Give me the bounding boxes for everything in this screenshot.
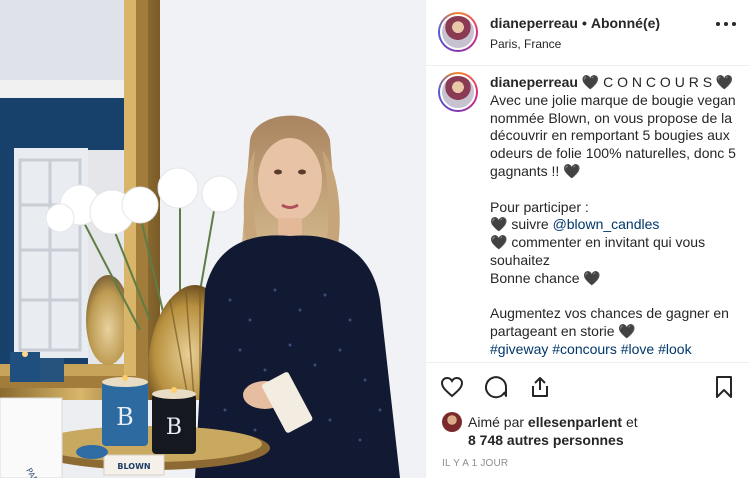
candle-logo: B — [116, 403, 134, 431]
post-timestamp[interactable]: IL Y A 1 JOUR — [442, 458, 508, 469]
post-side-panel: dianeperreau • Abonné(e) Paris, France dia… — [425, 0, 749, 478]
hashtags-link[interactable]: #giveway #concours #love #look — [490, 341, 692, 357]
comment-icon[interactable] — [482, 373, 510, 401]
username-link[interactable]: dianeperreau — [490, 15, 578, 31]
liker-username-link[interactable]: ellesenparlent — [528, 414, 622, 430]
liker-avatar-icon[interactable] — [442, 412, 462, 432]
mention-link[interactable]: @blown_candles — [553, 216, 660, 232]
caption-title: 🖤 C O N C O U R S 🖤 — [581, 74, 734, 90]
post-header-user: dianeperreau • Abonné(e) — [490, 15, 660, 31]
liked-by-connector: et — [625, 414, 638, 430]
caption-good-luck: Bonne chance 🖤 — [490, 269, 601, 286]
product-box-label: BLOWN — [117, 462, 150, 471]
others-likes-link[interactable]: 8 748 autres personnes — [468, 432, 624, 448]
post-photo[interactable]: B B BLOWN PARIS — [0, 0, 425, 478]
header-separator: • — [581, 15, 587, 31]
profile-avatar-icon[interactable] — [438, 12, 478, 52]
caption-section: dianeperreau 🖤 C O N C O U R S 🖤 Avec un… — [426, 66, 749, 362]
caption-participate: Pour participer : — [490, 198, 589, 215]
follow-status-button[interactable]: Abonné(e) — [591, 15, 660, 31]
caption-avatar-icon[interactable] — [438, 72, 478, 112]
post-action-bar — [426, 362, 749, 412]
caption-text: dianeperreau 🖤 C O N C O U R S 🖤 Avec un… — [490, 74, 742, 359]
candle-logo: B — [166, 415, 182, 440]
caption-step1: 🖤 suivre — [490, 216, 553, 233]
post-header: dianeperreau • Abonné(e) Paris, France — [426, 0, 749, 66]
liked-by-prefix: Aimé par — [468, 414, 525, 430]
liked-by-line: Aimé par ellesenparlent et — [468, 414, 638, 430]
share-icon[interactable] — [526, 373, 554, 401]
more-options-icon[interactable] — [716, 22, 736, 28]
caption-chances: Augmentez vos chances de gagner en parta… — [490, 305, 729, 340]
location-link[interactable]: Paris, France — [490, 37, 561, 51]
caption-intro: Avec une jolie marque de bougie vegan no… — [490, 91, 736, 179]
caption-step2: 🖤 commenter en invitant qui vous souhait… — [490, 234, 706, 268]
bookmark-icon[interactable] — [710, 373, 738, 401]
post-photo-illustration: B B BLOWN PARIS — [0, 0, 425, 478]
caption-username-link[interactable]: dianeperreau — [490, 74, 578, 90]
heart-icon[interactable] — [438, 373, 466, 401]
